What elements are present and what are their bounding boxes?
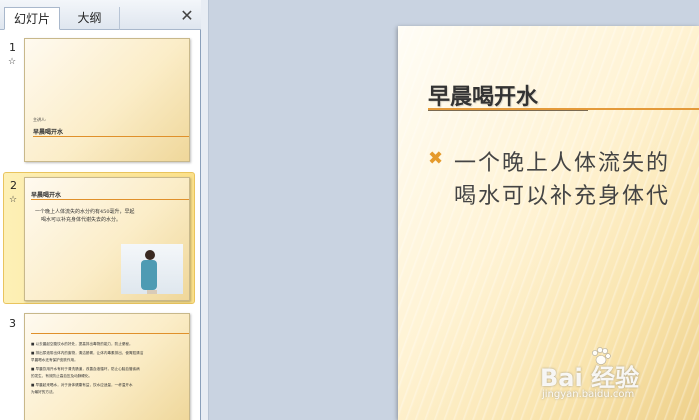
- thumb-rule: [31, 199, 189, 200]
- watermark: Bai 经验 jingyan.baidu.com: [540, 346, 690, 410]
- person-legs: [147, 290, 157, 294]
- slide-bullet-text[interactable]: 一个晚上人体流失的: [454, 145, 670, 177]
- watermark-url: jingyan.baidu.com: [542, 389, 635, 400]
- thumb-line-text: ■ 排出尿液带出体内的废物，清洁肠胃，让体内毒素排出，使胃腔清洁: [31, 351, 144, 355]
- pane-tabbar: 幻灯片 大纲 ✕: [0, 0, 201, 30]
- thumb-rule: [33, 136, 189, 137]
- close-icon[interactable]: ✕: [179, 8, 195, 24]
- thumb-rule: [31, 333, 189, 334]
- thumb-photo: [121, 244, 183, 294]
- pane-splitter[interactable]: [201, 0, 209, 420]
- thumb-bullet: 一个晚上人体流失的水分约有450毫升，早起: [35, 209, 135, 215]
- thumb-title: 早晨喝开水: [33, 129, 64, 136]
- slide-thumbnail-1[interactable]: 主讲人: 早晨喝开水: [24, 38, 190, 162]
- thumbnail-list: 1 ☆ 主讲人: 早晨喝开水 2 ☆ 早晨喝开水 一个晚上人体流失的水分约有45…: [0, 31, 201, 420]
- slide-number: 3: [9, 317, 16, 330]
- thumbnail-row-1[interactable]: 1 ☆ 主讲人: 早晨喝开水: [0, 37, 198, 167]
- tab-outline[interactable]: 大纲: [60, 7, 120, 30]
- slide-number: 2: [10, 179, 17, 192]
- animation-star-icon: ☆: [9, 195, 18, 205]
- watermark-brand: Bai 经验: [540, 364, 640, 392]
- thumb-line-text: ■ 早晨起来喝水，对于身体健康有益，饮水应适量，一杯温开水: [31, 383, 133, 387]
- bullet-x-icon: ✖: [428, 148, 444, 169]
- slide-title[interactable]: 早晨喝开水: [428, 79, 538, 111]
- person-body: [141, 260, 157, 290]
- thumb-line-text: ■ 以去晨起空腹饮水的好处，提高排出毒物的能力，防止便秘。: [31, 342, 133, 346]
- thumb-line-text: 为最好的方法。: [31, 390, 57, 394]
- animation-star-icon: ☆: [8, 57, 17, 67]
- slide-thumbnail-2[interactable]: 早晨喝开水 一个晚上人体流失的水分约有450毫升，早起 喝水可以补充身体代谢失去…: [24, 177, 190, 301]
- slide-number: 1: [9, 41, 16, 54]
- thumb-line-text: 早晨喝水还有保护皮肤作用。: [31, 358, 78, 362]
- thumbnail-row-3[interactable]: 3 ■ 以去晨起空腹饮水的好处，提高排出毒物的能力，防止便秘。 ■ 排出尿液带出…: [0, 313, 198, 420]
- thumb-title: 早晨喝开水: [31, 192, 62, 199]
- tab-slides[interactable]: 幻灯片: [4, 7, 60, 30]
- person-head: [145, 250, 155, 260]
- slide-bullet-text[interactable]: 喝水可以补充身体代: [454, 178, 670, 210]
- thumb-bullet: 喝水可以补充身体代谢失去的水分。: [41, 217, 122, 223]
- thumb-subtitle: 主讲人:: [33, 117, 47, 122]
- thumbnail-row-2[interactable]: 2 ☆ 早晨喝开水 一个晚上人体流失的水分约有450毫升，早起 喝水可以补充身体…: [3, 172, 195, 304]
- title-rule-shadow: [428, 110, 588, 111]
- thumb-line-text: 的发生，有效防止高血压及动脉硬化。: [31, 374, 93, 378]
- thumb-line-text: ■ 早晨饮用开水有利于清洗肠道，改善血液循环，防止心脑血管疾病: [31, 367, 140, 371]
- slide-thumbnail-3[interactable]: ■ 以去晨起空腹饮水的好处，提高排出毒物的能力，防止便秘。 ■ 排出尿液带出体内…: [24, 313, 190, 420]
- slides-pane: 幻灯片 大纲 ✕ 1 ☆ 主讲人: 早晨喝开水 2 ☆ 早晨喝开水 一个晚上人体…: [0, 0, 201, 420]
